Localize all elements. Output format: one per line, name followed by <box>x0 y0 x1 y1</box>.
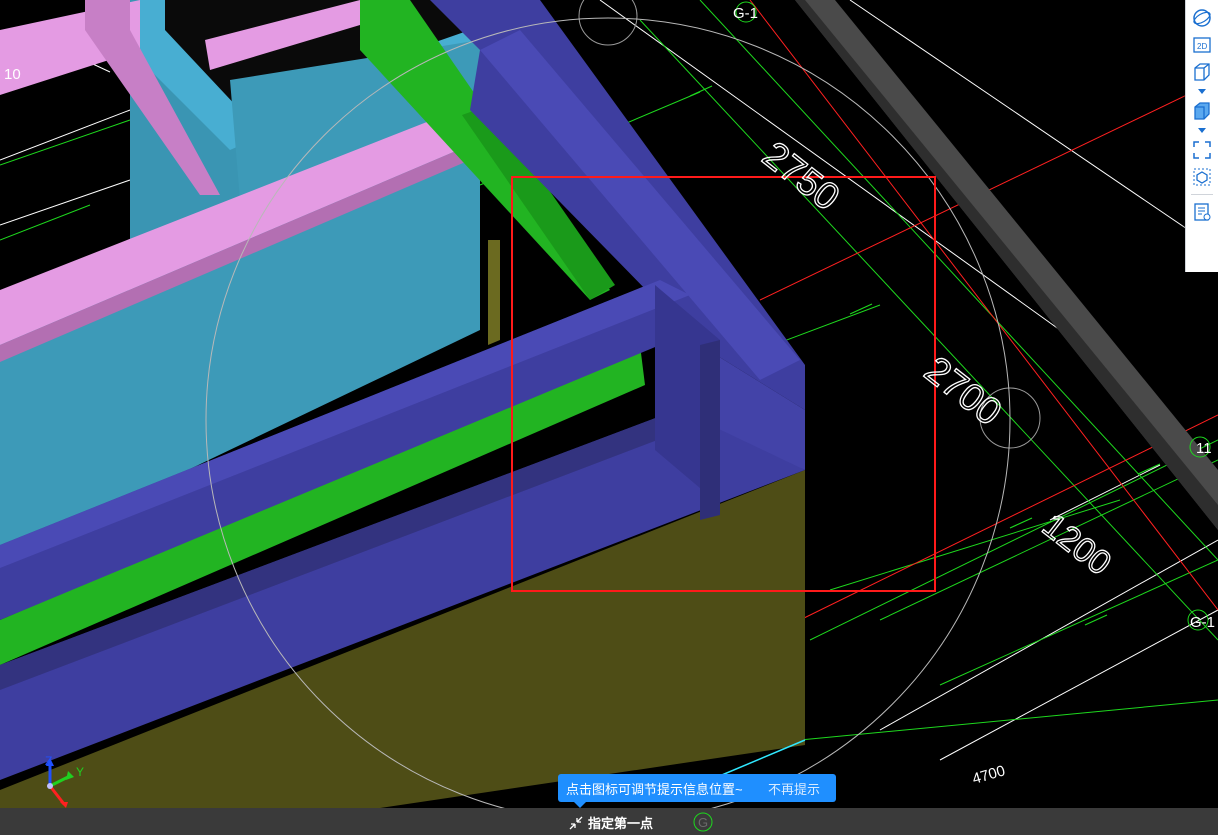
axis-label-left: 10 <box>4 66 21 83</box>
axis-bubble-bottom: G <box>693 812 713 832</box>
chevron-down-icon <box>1198 128 1206 133</box>
section-box-icon <box>1193 168 1211 186</box>
dimension-text-4700: 4700 <box>970 762 1007 788</box>
dimension-text-1200: 1200 <box>1035 506 1118 583</box>
solid-view-icon <box>1194 102 1210 120</box>
properties-view-button[interactable] <box>1189 200 1215 224</box>
render-mode-dropdown[interactable] <box>1189 126 1215 135</box>
view-mode-dropdown[interactable] <box>1189 87 1215 96</box>
svg-text:G: G <box>698 815 708 830</box>
axis-triad: Z Y <box>45 754 84 808</box>
dont-show-again-link[interactable]: 不再提示 <box>768 779 820 798</box>
dimension-text-2700: 2700 <box>916 349 1008 434</box>
dimension-text-2750: 2750 <box>754 134 846 219</box>
status-bar: 指定第一点 G <box>0 808 1218 835</box>
command-prompt[interactable]: 指定第一点 <box>568 813 653 832</box>
solid-view-button[interactable] <box>1189 99 1215 123</box>
grid-lines-red <box>749 0 1218 621</box>
3d-box-button[interactable] <box>1189 60 1215 84</box>
zoom-extents-button[interactable] <box>1189 138 1215 162</box>
command-text: 指定第一点 <box>588 816 654 831</box>
tip-text: 点击图标可调节提示信息位置~ <box>566 781 743 797</box>
chevron-down-icon <box>1198 89 1206 94</box>
zoom-extents-icon <box>1193 141 1211 159</box>
2d-view-icon: 2D <box>1193 37 1211 53</box>
svg-text:2D: 2D <box>1197 42 1207 51</box>
2d-view-button[interactable]: 2D <box>1189 33 1215 57</box>
3d-box-icon <box>1194 63 1210 81</box>
collapse-arrows-icon <box>569 816 583 829</box>
axis-label-right-upper: 11 <box>1196 440 1212 457</box>
toolbar-separator <box>1191 194 1213 195</box>
3d-model-viewport[interactable]: 2750 2700 1200 4700 G-1 10 11 G-1 <box>0 0 1218 835</box>
orbit-icon <box>1193 9 1211 27</box>
tip-bubble[interactable]: 点击图标可调节提示信息位置~ 不再提示 <box>558 774 836 808</box>
triad-y-label: Y <box>76 765 84 779</box>
view-toolbar: 2D <box>1185 0 1218 272</box>
axis-label-top: G-1 <box>733 5 758 22</box>
section-box-button[interactable] <box>1189 165 1215 189</box>
axis-label-right-lower: G-1 <box>1190 614 1215 631</box>
properties-view-icon <box>1194 203 1211 221</box>
model-canvas[interactable]: 2750 2700 1200 4700 G-1 10 11 G-1 <box>0 0 1218 835</box>
triad-z-label: Z <box>45 754 52 768</box>
orbit-button[interactable] <box>1189 6 1215 30</box>
